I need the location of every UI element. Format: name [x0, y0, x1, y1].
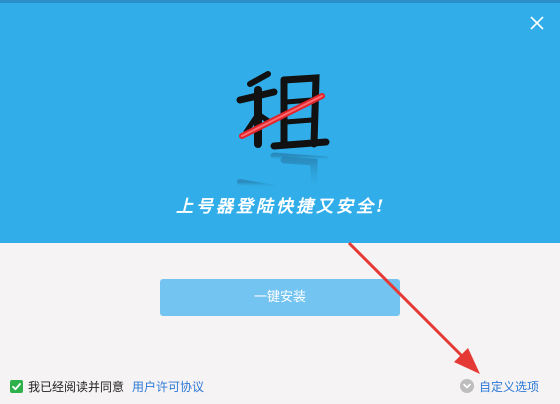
user-agreement-link[interactable]: 用户许可协议: [132, 378, 204, 395]
chevron-down-circle-icon: [460, 379, 474, 393]
title-strip: [0, 0, 560, 3]
logo: [228, 62, 338, 202]
one-click-install-button[interactable]: 一键安装: [160, 279, 400, 316]
slogan-text: 上号器登陆快捷又安全!: [176, 197, 387, 217]
agree-label: 我已经阅读并同意: [28, 379, 125, 394]
close-button[interactable]: [526, 12, 548, 34]
logo-reflection: [237, 152, 330, 198]
custom-options-button[interactable]: 自定义选项: [460, 377, 539, 395]
checkmark-icon: [12, 382, 21, 390]
agree-checkbox[interactable]: [10, 379, 23, 393]
agreement-row: 我已经阅读并同意 用户许可协议: [10, 377, 204, 395]
header-banner: 上号器登陆快捷又安全!: [0, 0, 560, 243]
custom-options-label: 自定义选项: [479, 379, 540, 394]
logo-glyph: [236, 71, 330, 150]
close-icon: [530, 16, 544, 30]
